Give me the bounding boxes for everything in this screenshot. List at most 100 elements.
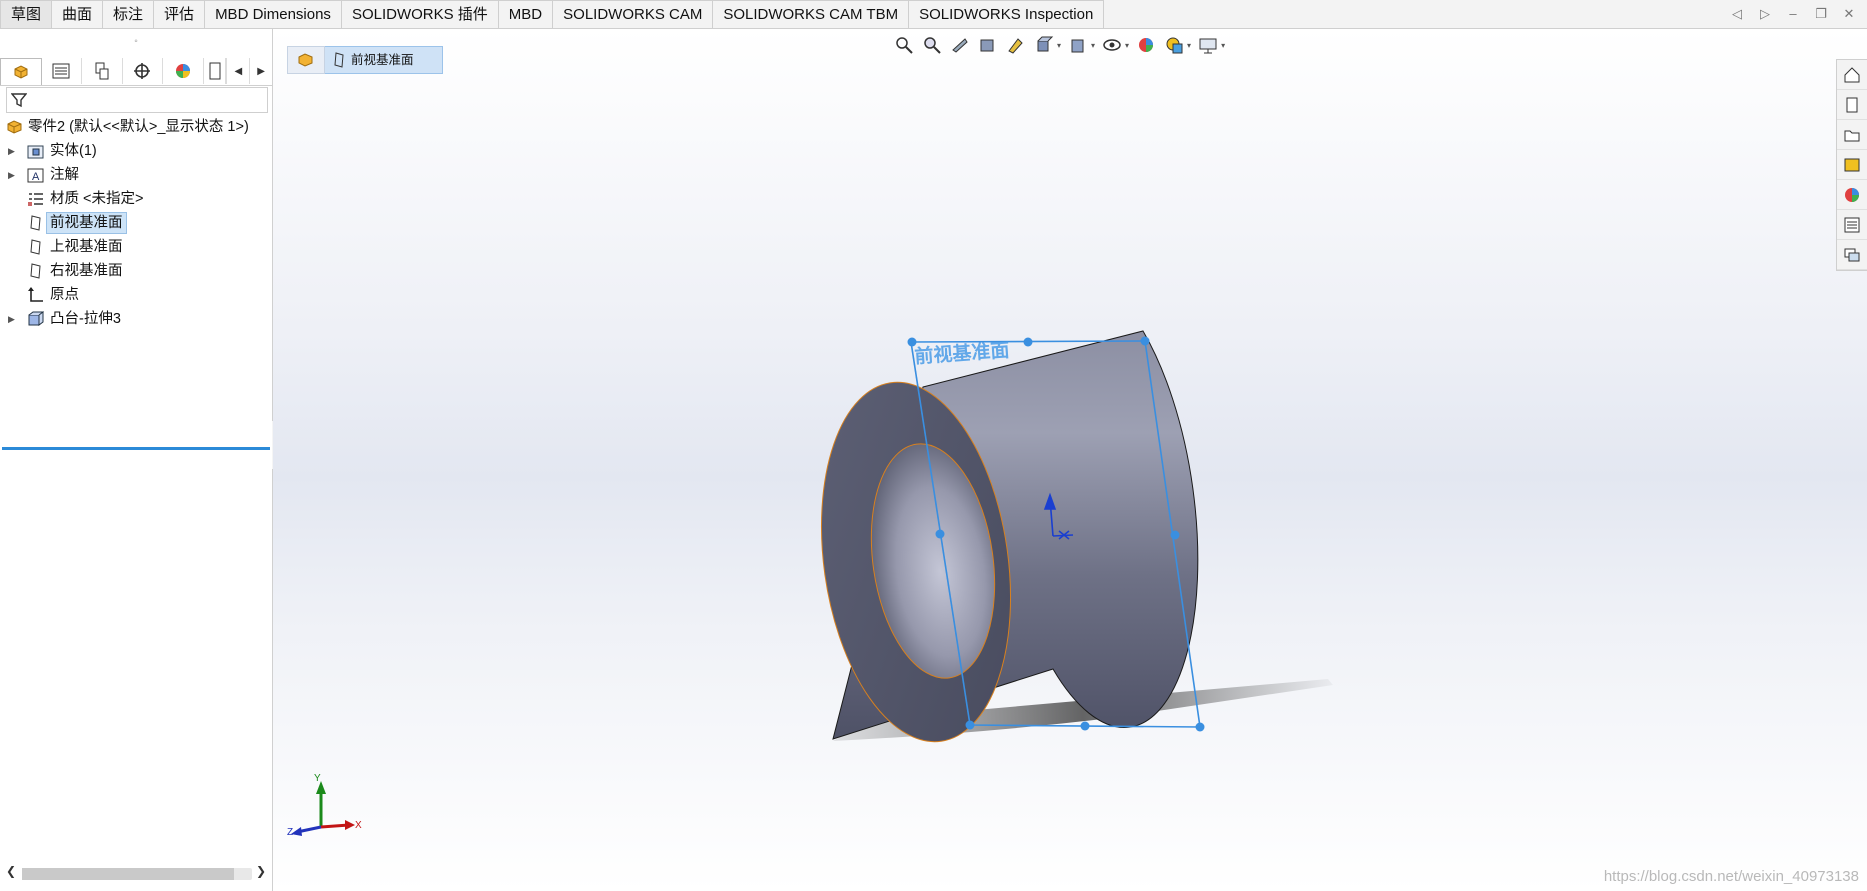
forum-icon[interactable] xyxy=(1837,240,1867,270)
display-style-icon[interactable] xyxy=(1067,34,1089,56)
appearances-icon[interactable] xyxy=(1837,180,1867,210)
tree-root-part[interactable]: 零件2 (默认<<默认>_显示状态 1>) xyxy=(0,115,272,139)
feature-tree: 零件2 (默认<<默认>_显示状态 1>) ▶ 实体(1) ▶ A 注解材质 <未指定>… xyxy=(0,115,272,450)
expand-arrow-icon[interactable]: ▶ xyxy=(8,307,15,331)
breadcrumb-part[interactable] xyxy=(287,46,325,74)
model-scene: 前视基准面 Y X Z xyxy=(287,330,1333,838)
rollback-bar[interactable] xyxy=(2,447,270,450)
command-tab[interactable]: 曲面 xyxy=(52,0,104,28)
triad-y-label: Y xyxy=(314,773,321,784)
zoom-to-fit-icon[interactable] xyxy=(893,34,915,56)
command-tabs: 草图 曲面 标注 评估 MBD Dimensions SOLIDWORKS 插件 MBD SO… xyxy=(0,0,1105,28)
view-orientation-dropdown[interactable]: ▾ xyxy=(1057,41,1061,50)
tree-item[interactable]: ▶ 实体(1) xyxy=(0,139,272,163)
previous-view-icon[interactable] xyxy=(949,34,971,56)
dimxpert-tab[interactable] xyxy=(123,58,164,84)
plane-icon xyxy=(334,52,344,68)
tree-filter-field[interactable] xyxy=(6,87,268,113)
scroll-left-arrow[interactable]: ❮ xyxy=(6,864,16,878)
expand-arrow-icon[interactable]: ▶ xyxy=(8,163,15,187)
tree-item[interactable]: 前视基准面 xyxy=(0,211,272,235)
tree-item-label: 注解 xyxy=(50,167,79,183)
tree-item[interactable]: 材质 <未指定> xyxy=(0,187,272,211)
breadcrumb: 前视基准面 xyxy=(287,46,443,74)
part-icon xyxy=(7,120,22,134)
apply-scene-dropdown[interactable]: ▾ xyxy=(1187,41,1191,50)
graphics-viewport[interactable]: 前视基准面 Y X Z 前视基准面 ▾ ▾ ▾ ▾ ▾ https://blog… xyxy=(273,29,1867,891)
close-icon[interactable]: ✕ xyxy=(1841,6,1857,22)
crosshair-icon xyxy=(134,63,151,79)
tree-item[interactable]: 原点 xyxy=(0,283,272,307)
part-icon xyxy=(14,64,28,79)
minimize-icon[interactable]: – xyxy=(1785,6,1801,22)
command-tab[interactable]: SOLIDWORKS CAM xyxy=(553,0,714,28)
command-tab[interactable]: 标注 xyxy=(103,0,155,28)
display-tab[interactable] xyxy=(163,58,204,84)
plane-label: 前视基准面 xyxy=(914,338,1010,368)
tree-item[interactable]: ▶ A 注解 xyxy=(0,163,272,187)
task-pane xyxy=(1836,59,1867,271)
view-settings-dropdown[interactable]: ▾ xyxy=(1221,41,1225,50)
command-tab[interactable]: 评估 xyxy=(154,0,206,28)
property-list-icon xyxy=(52,63,70,79)
hide-show-dropdown[interactable]: ▾ xyxy=(1125,41,1129,50)
view-triad: Y X Z xyxy=(287,773,362,838)
command-tab[interactable]: MBD xyxy=(498,0,554,28)
featuremanager-tab[interactable] xyxy=(0,57,42,85)
command-tab[interactable]: MBD Dimensions xyxy=(205,0,342,28)
tree-item-label: 前视基准面 xyxy=(46,212,127,234)
configuration-tab[interactable] xyxy=(82,58,123,84)
design-library-icon[interactable] xyxy=(1837,90,1867,120)
hide-show-items-icon[interactable] xyxy=(1101,34,1123,56)
maximize-icon[interactable]: ❐ xyxy=(1813,6,1829,22)
plane-icon xyxy=(30,263,41,279)
tabs-scroll-right[interactable]: ▶ xyxy=(249,58,272,84)
panel-grip[interactable]: ◦ xyxy=(0,29,272,55)
boss-extrude-icon xyxy=(28,311,44,326)
apply-scene-icon[interactable] xyxy=(1163,34,1185,56)
heads-up-toolbar: ▾ ▾ ▾ ▾ ▾ xyxy=(893,34,1225,56)
propertymanager-tab[interactable] xyxy=(42,58,83,84)
tree-item-label: 上视基准面 xyxy=(50,239,123,255)
tabs-scroll-left[interactable]: ◀ xyxy=(226,58,249,84)
cam-tab[interactable] xyxy=(204,58,227,84)
section-view-icon[interactable] xyxy=(977,34,999,56)
restore-right-icon[interactable]: ▷ xyxy=(1757,6,1773,22)
tree-item[interactable]: ▶ 凸台-拉伸3 xyxy=(0,307,272,331)
command-tab[interactable]: SOLIDWORKS CAM TBM xyxy=(713,0,910,28)
breadcrumb-item-label: 前视基准面 xyxy=(351,53,414,67)
dynamic-annotation-icon[interactable] xyxy=(1005,34,1027,56)
zoom-to-area-icon[interactable] xyxy=(921,34,943,56)
part-icon xyxy=(298,53,313,67)
triad-z-label: Z xyxy=(287,827,293,838)
watermark: https://blog.csdn.net/weixin_40973138 xyxy=(1603,868,1859,885)
tree-item-label: 原点 xyxy=(50,287,79,303)
solid-bodies-folder-icon xyxy=(27,145,44,159)
tree-item[interactable]: 右视基准面 xyxy=(0,259,272,283)
tree-item-label: 凸台-拉伸3 xyxy=(50,311,121,327)
tree-horizontal-scrollbar[interactable]: ❮ ❯ xyxy=(4,864,268,884)
command-tab[interactable]: SOLIDWORKS Inspection xyxy=(909,0,1105,28)
plane-icon xyxy=(30,215,41,231)
scroll-thumb[interactable] xyxy=(22,868,234,880)
expand-arrow-icon[interactable]: ▶ xyxy=(8,139,15,163)
restore-left-icon[interactable]: ◁ xyxy=(1729,6,1745,22)
view-palette-icon[interactable] xyxy=(1837,150,1867,180)
display-style-dropdown[interactable]: ▾ xyxy=(1091,41,1095,50)
color-wheel-icon xyxy=(175,64,190,78)
solidworks-resources-icon[interactable] xyxy=(1837,60,1867,90)
tree-item[interactable]: 上视基准面 xyxy=(0,235,272,259)
view-settings-icon[interactable] xyxy=(1197,34,1219,56)
file-explorer-icon[interactable] xyxy=(1837,120,1867,150)
scroll-right-arrow[interactable]: ❯ xyxy=(256,864,266,878)
view-orientation-icon[interactable] xyxy=(1033,34,1055,56)
edit-appearance-icon[interactable] xyxy=(1135,34,1157,56)
command-tab[interactable]: SOLIDWORKS 插件 xyxy=(341,0,499,28)
breadcrumb-item[interactable]: 前视基准面 xyxy=(325,46,443,74)
tree-item-label: 材质 <未指定> xyxy=(50,191,144,207)
custom-properties-icon[interactable] xyxy=(1837,210,1867,240)
command-tab[interactable]: 草图 xyxy=(0,0,53,28)
tree-root-label: 零件2 (默认<<默认>_显示状态 1>) xyxy=(28,119,249,135)
command-manager-tabbar: 草图 曲面 标注 评估 MBD Dimensions SOLIDWORKS 插件 MBD SO… xyxy=(0,0,1867,29)
plane-icon xyxy=(30,239,41,255)
